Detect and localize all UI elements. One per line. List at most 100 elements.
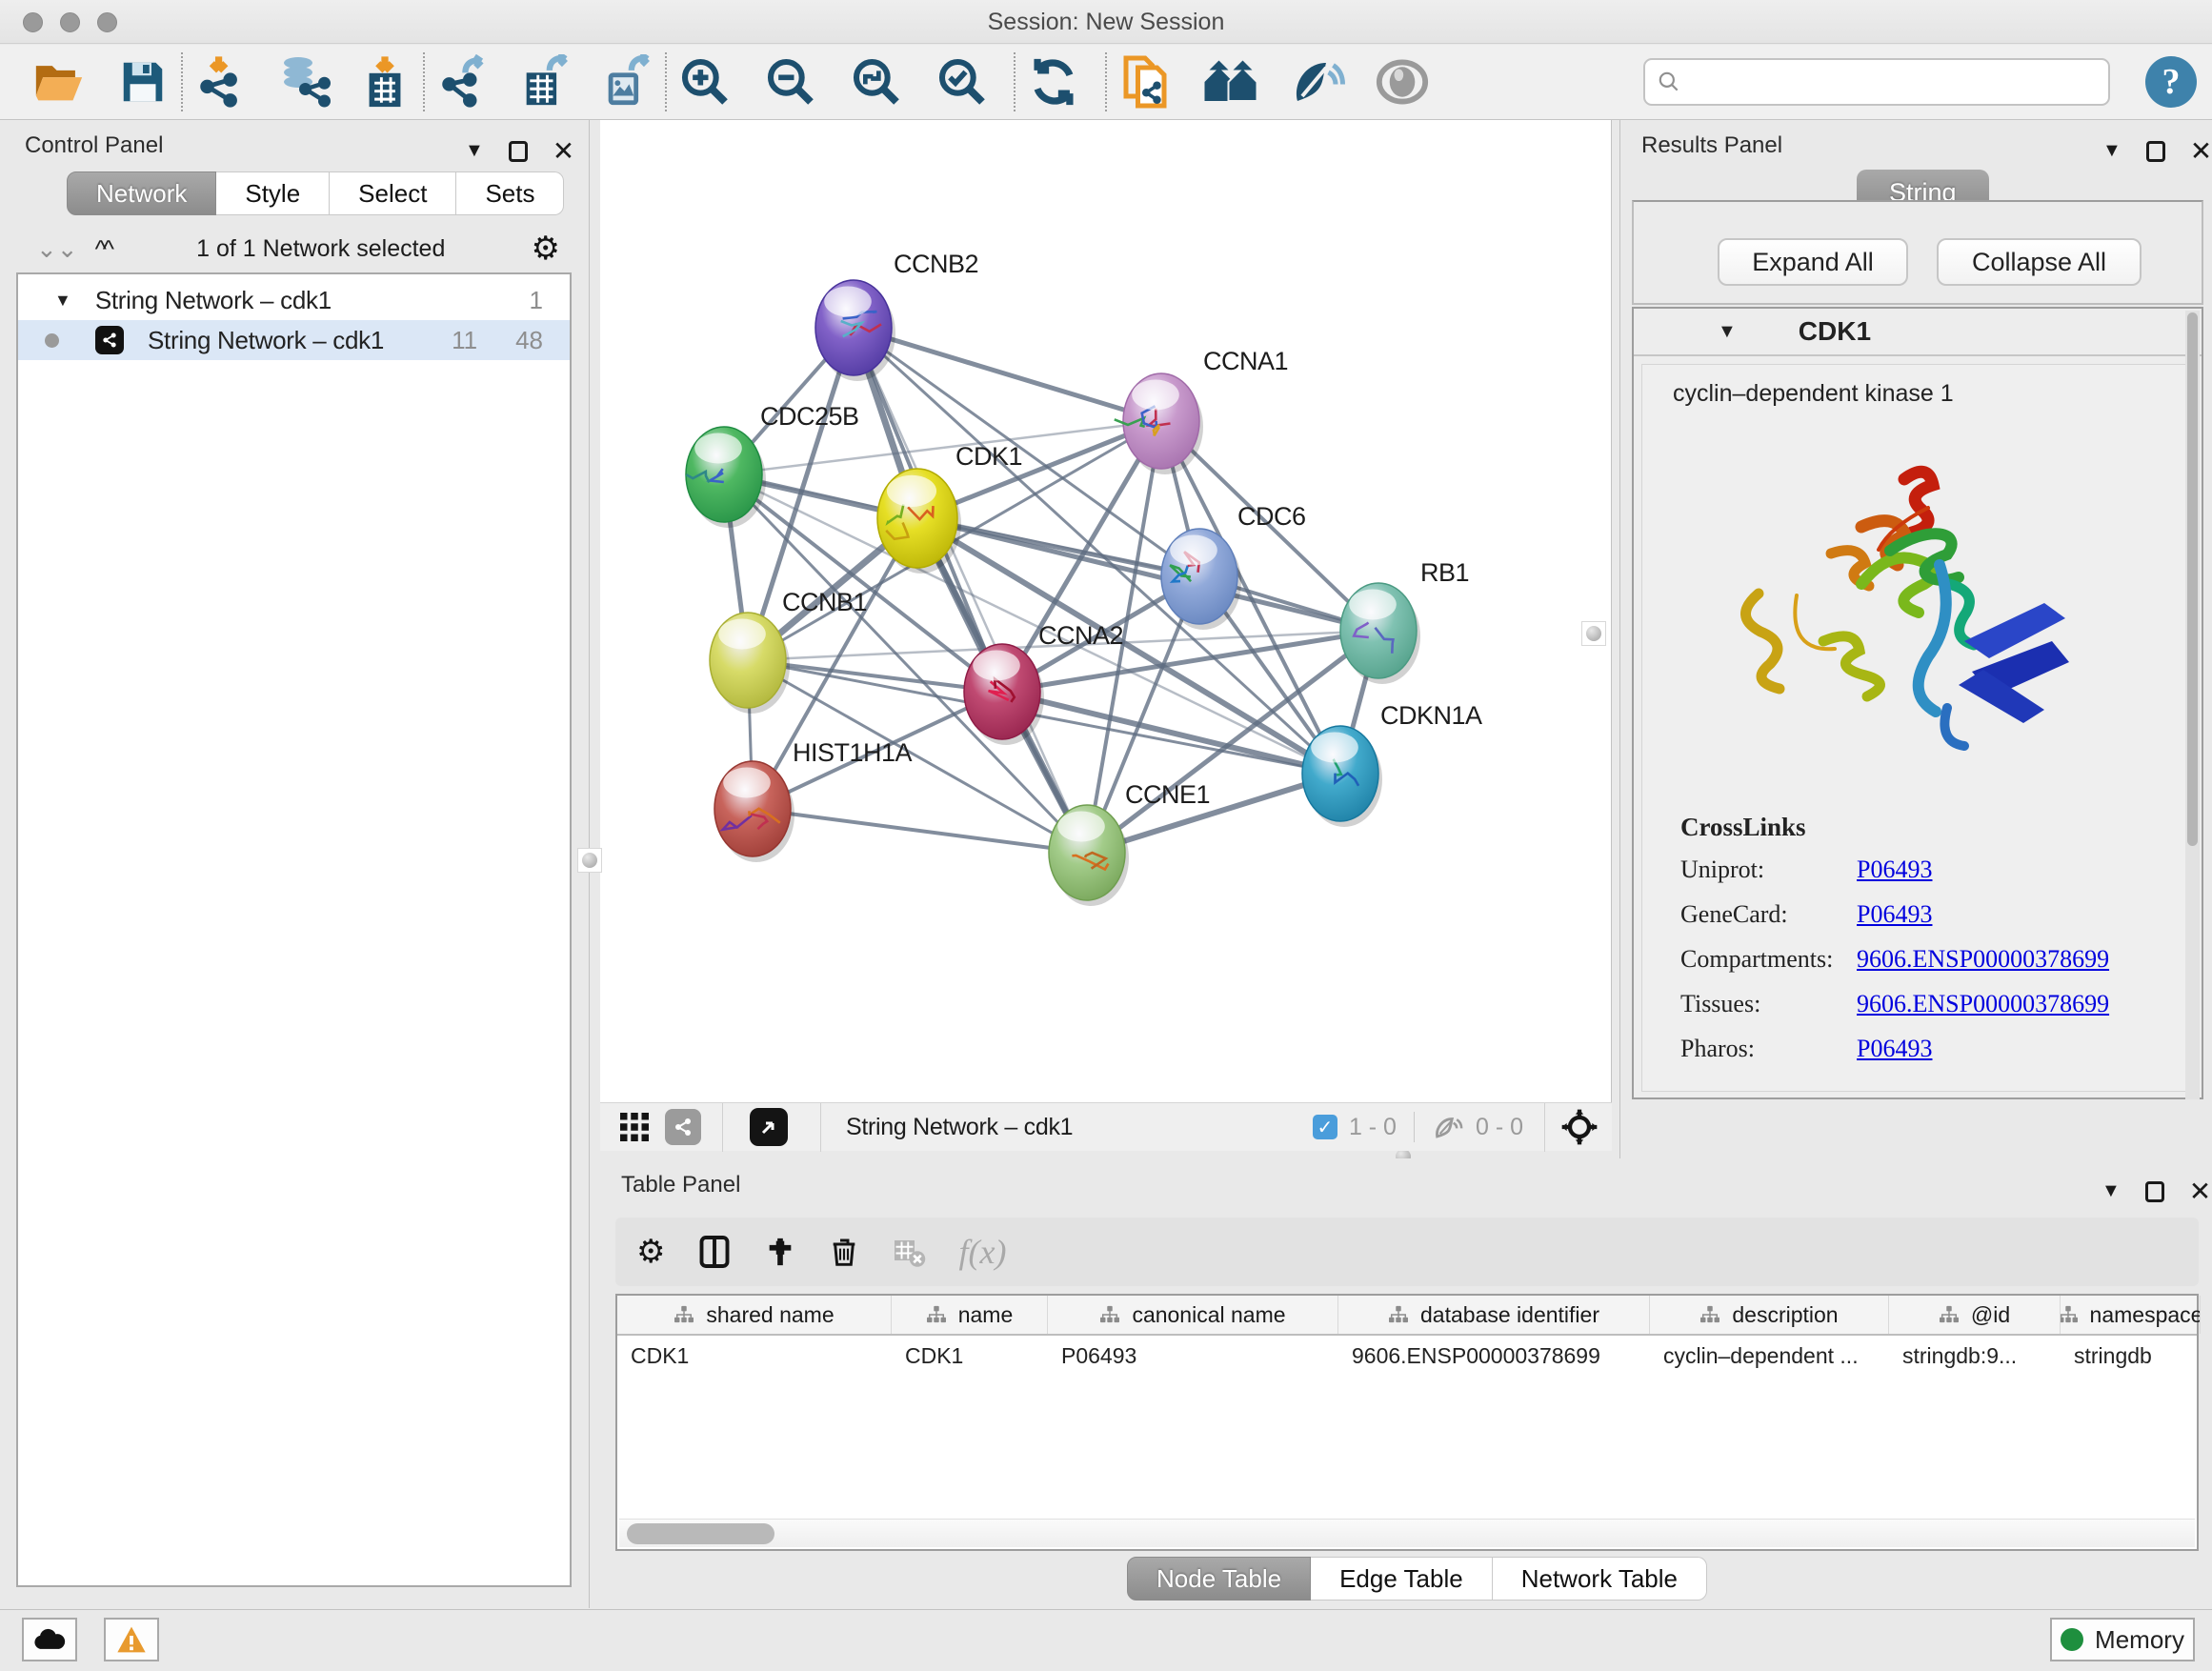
cell--id[interactable]: stringdb:9...	[1889, 1336, 2061, 1376]
protein-section-header[interactable]: ▼ CDK1	[1634, 309, 2202, 356]
delete-table-icon[interactable]	[892, 1235, 926, 1269]
protein-caret-icon[interactable]: ▼	[1718, 321, 1737, 343]
column-header--id[interactable]: @id	[1889, 1296, 2061, 1334]
import-network-file-icon[interactable]	[192, 53, 250, 111]
cell-name[interactable]: CDK1	[892, 1336, 1048, 1376]
memory-button[interactable]: Memory	[2050, 1618, 2195, 1661]
network-collection-row[interactable]: ▼ String Network – cdk1 1	[18, 280, 570, 320]
network-view-title: String Network – cdk1	[846, 1114, 1073, 1141]
cell-namespace[interactable]: stringdb	[2061, 1336, 2201, 1376]
export-image-icon[interactable]	[598, 53, 655, 111]
table-panel-close-icon[interactable]: ✕	[2189, 1176, 2211, 1207]
network-edge[interactable]	[854, 328, 1161, 421]
collapse-all-networks-icon[interactable]: ^^	[95, 234, 111, 264]
export-table-icon[interactable]	[516, 53, 573, 111]
grid-view-icon[interactable]	[617, 1110, 652, 1144]
results-panel-float-icon[interactable]	[2146, 141, 2165, 162]
zoom-in-icon[interactable]	[676, 53, 734, 111]
pan-crosshair-icon[interactable]	[1560, 1108, 1599, 1146]
save-session-icon[interactable]	[114, 53, 171, 111]
column-header-name[interactable]: name	[892, 1296, 1048, 1334]
column-header-database-identifier[interactable]: database identifier	[1338, 1296, 1650, 1334]
birds-eye-view-icon[interactable]	[750, 1108, 788, 1146]
import-network-database-icon[interactable]	[274, 53, 332, 111]
results-panel-close-icon[interactable]: ✕	[2190, 135, 2212, 167]
network-node-CCNA1[interactable]: CCNA1	[1115, 347, 1288, 474]
cell-shared-name[interactable]: CDK1	[617, 1336, 892, 1376]
open-file-icon[interactable]	[30, 53, 88, 111]
warnings-button[interactable]	[104, 1618, 159, 1661]
results-panel-collapse-icon[interactable]: ▼	[2102, 140, 2122, 162]
tab-select[interactable]: Select	[330, 171, 456, 215]
import-table-file-icon[interactable]	[356, 53, 413, 111]
network-node-HIST1H1A[interactable]: HIST1H1A	[714, 738, 913, 862]
tab-sets[interactable]: Sets	[456, 171, 564, 215]
left-splitter-handle[interactable]	[577, 848, 602, 873]
zoom-selected-icon[interactable]	[934, 53, 991, 111]
control-panel-float-icon[interactable]	[509, 141, 528, 162]
collection-caret-icon[interactable]: ▼	[54, 291, 71, 311]
delete-column-icon[interactable]	[829, 1234, 859, 1270]
function-builder-icon[interactable]: f(x)	[958, 1232, 1006, 1272]
expand-all-networks-icon[interactable]: ⌄⌄	[36, 234, 78, 264]
tab-network[interactable]: Network	[67, 171, 216, 215]
column-header-description[interactable]: description	[1650, 1296, 1889, 1334]
show-all-icon[interactable]	[1374, 53, 1431, 111]
search-input[interactable]	[1681, 69, 2081, 95]
collapse-all-button[interactable]: Collapse All	[1937, 238, 2142, 286]
string-home-icon[interactable]	[1202, 53, 1259, 111]
add-column-icon[interactable]	[764, 1234, 796, 1270]
cloud-status-button[interactable]	[22, 1618, 77, 1661]
right-splitter-handle[interactable]	[1581, 621, 1606, 646]
control-panel-collapse-icon[interactable]: ▼	[465, 140, 484, 162]
string-network-graph[interactable]: CCNB2CCNA1CDC25BCDK1CDC6RB1CCNB1CCNA2CDK…	[600, 120, 1612, 1102]
network-view-mode-icon[interactable]	[665, 1109, 701, 1145]
cell-description[interactable]: cyclin–dependent ...	[1650, 1336, 1889, 1376]
network-node-CDKN1A[interactable]: CDKN1A	[1302, 701, 1482, 827]
column-header-shared-name[interactable]: shared name	[617, 1296, 892, 1334]
column-header-canonical-name[interactable]: canonical name	[1048, 1296, 1338, 1334]
expand-all-button[interactable]: Expand All	[1718, 238, 1908, 286]
crosslink-link[interactable]: 9606.ENSP00000378699	[1857, 945, 2109, 974]
crosslink-link[interactable]: P06493	[1857, 856, 1932, 884]
refresh-icon[interactable]	[1025, 53, 1082, 111]
selected-checkbox-icon[interactable]: ✓	[1313, 1115, 1337, 1139]
search-box[interactable]	[1643, 58, 2110, 106]
tab-node-table[interactable]: Node Table	[1127, 1557, 1311, 1601]
tab-style[interactable]: Style	[216, 171, 330, 215]
export-network-icon[interactable]	[434, 53, 492, 111]
network-node-CDC6[interactable]: CDC6	[1161, 502, 1306, 630]
network-options-gear-icon[interactable]: ⚙	[532, 230, 560, 268]
network-node-CCNE1[interactable]: CCNE1	[1049, 780, 1210, 906]
crosslink-link[interactable]: P06493	[1857, 900, 1932, 929]
table-panel-float-icon[interactable]	[2145, 1181, 2164, 1202]
crosslink-link[interactable]: 9606.ENSP00000378699	[1857, 990, 2109, 1018]
network-canvas[interactable]: CCNB2CCNA1CDC25BCDK1CDC6RB1CCNB1CCNA2CDK…	[600, 120, 1612, 1102]
table-row[interactable]: CDK1CDK1P064939606.ENSP00000378699cyclin…	[617, 1336, 2197, 1376]
table-options-gear-icon[interactable]: ⚙	[636, 1233, 665, 1271]
cell-canonical-name[interactable]: P06493	[1048, 1336, 1338, 1376]
network-edge[interactable]	[917, 518, 1378, 631]
network-row[interactable]: String Network – cdk1 11 48	[18, 320, 570, 360]
network-node-CCNB2[interactable]: CCNB2	[815, 250, 978, 381]
crosslink-link[interactable]: P06493	[1857, 1035, 1932, 1063]
show-columns-icon[interactable]	[697, 1234, 732, 1270]
network-edge[interactable]	[753, 809, 1087, 853]
tab-network-table[interactable]: Network Table	[1493, 1557, 1707, 1601]
hidden-eye-icon[interactable]	[1432, 1111, 1464, 1143]
cell-database-identifier[interactable]: 9606.ENSP00000378699	[1338, 1336, 1650, 1376]
column-header-namespace[interactable]: namespace	[2061, 1296, 2201, 1334]
control-panel-close-icon[interactable]: ✕	[553, 135, 574, 167]
results-scrollbar[interactable]	[2185, 311, 2200, 1099]
help-button[interactable]: ?	[2145, 56, 2197, 108]
network-edge[interactable]	[854, 328, 1087, 853]
hide-selected-icon[interactable]	[1288, 53, 1345, 111]
network-node-RB1[interactable]: RB1	[1340, 558, 1469, 684]
tab-edge-table[interactable]: Edge Table	[1311, 1557, 1493, 1601]
table-horizontal-scrollbar[interactable]	[619, 1519, 2195, 1547]
network-node-CDC25B[interactable]: CDC25B	[686, 402, 859, 528]
zoom-out-icon[interactable]	[762, 53, 819, 111]
table-panel-collapse-icon[interactable]: ▼	[2101, 1180, 2121, 1202]
zoom-fit-icon[interactable]	[848, 53, 905, 111]
copy-network-icon[interactable]	[1116, 53, 1174, 111]
